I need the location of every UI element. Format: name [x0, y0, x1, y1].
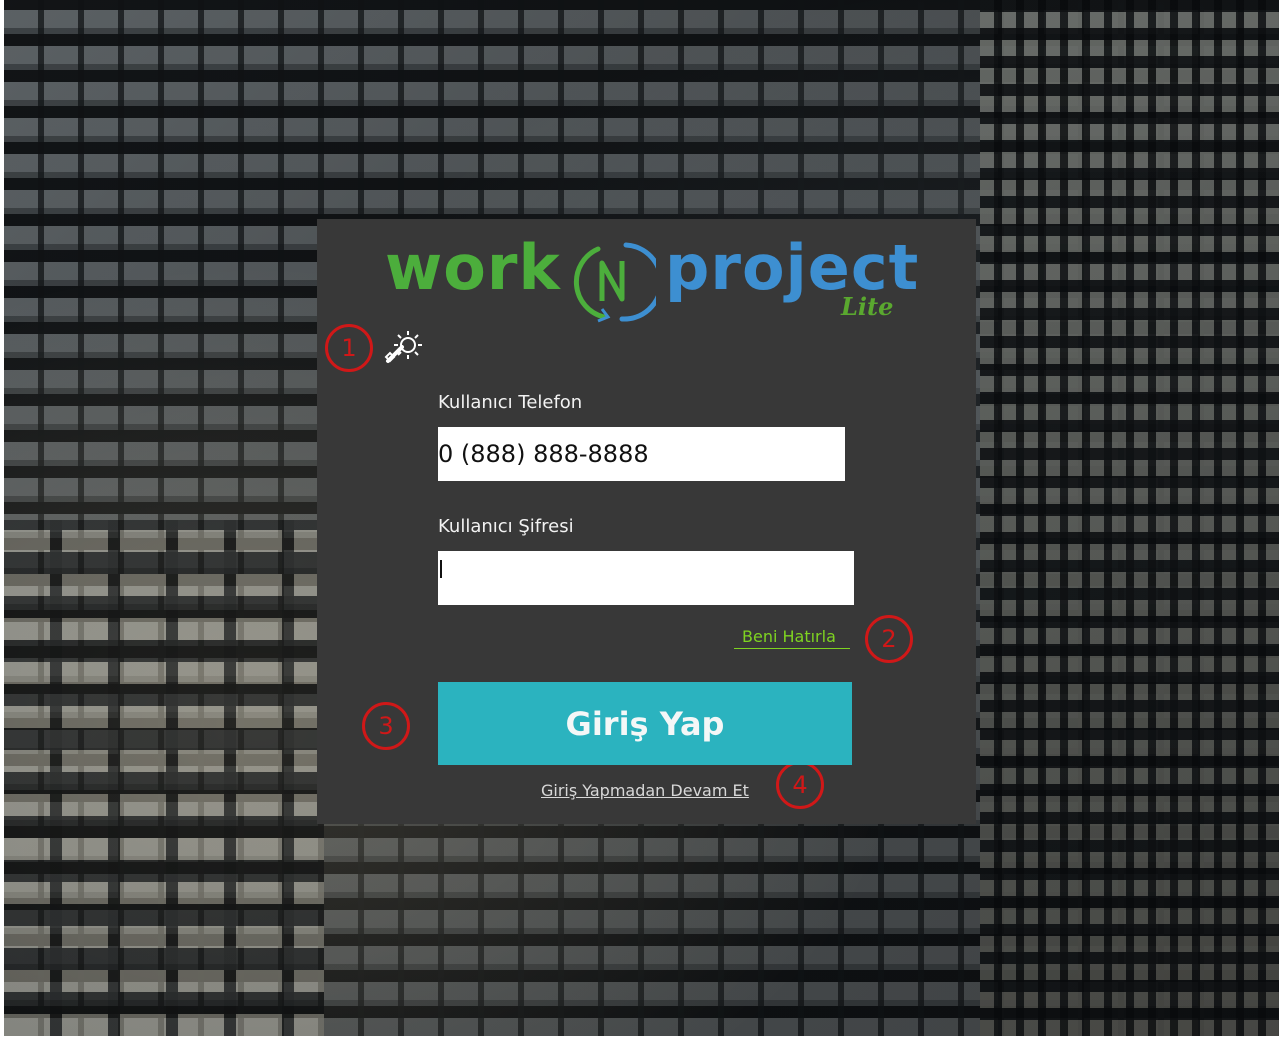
remember-me-link[interactable]: Beni Hatırla [734, 627, 850, 649]
continue-without-login-link[interactable]: Giriş Yapmadan Devam Et [541, 781, 749, 800]
annotation-marker-1: 1 [325, 324, 373, 372]
background-building-lights [4, 520, 324, 1036]
app-logo: work project Lite [385, 228, 925, 328]
password-label: Kullanıcı Şifresi [438, 516, 574, 537]
annotation-marker-2: 2 [865, 615, 913, 663]
login-screen: work project Lite 1 2 3 4 Kullanıcı Tele… [0, 0, 1287, 1038]
text-caret [440, 560, 442, 578]
logo-n-icon [573, 242, 656, 323]
annotation-marker-3: 3 [362, 702, 410, 750]
phone-input[interactable] [438, 427, 845, 481]
background-building-right [980, 0, 1279, 1036]
annotation-marker-4: 4 [776, 761, 824, 809]
phone-label: Kullanıcı Telefon [438, 392, 583, 413]
logo-word-work: work [385, 231, 561, 304]
password-input[interactable] [438, 551, 854, 605]
logo-edition-label: Lite [841, 292, 894, 321]
settings-gear-icon[interactable] [384, 325, 428, 367]
login-button[interactable]: Giriş Yap [438, 682, 852, 765]
